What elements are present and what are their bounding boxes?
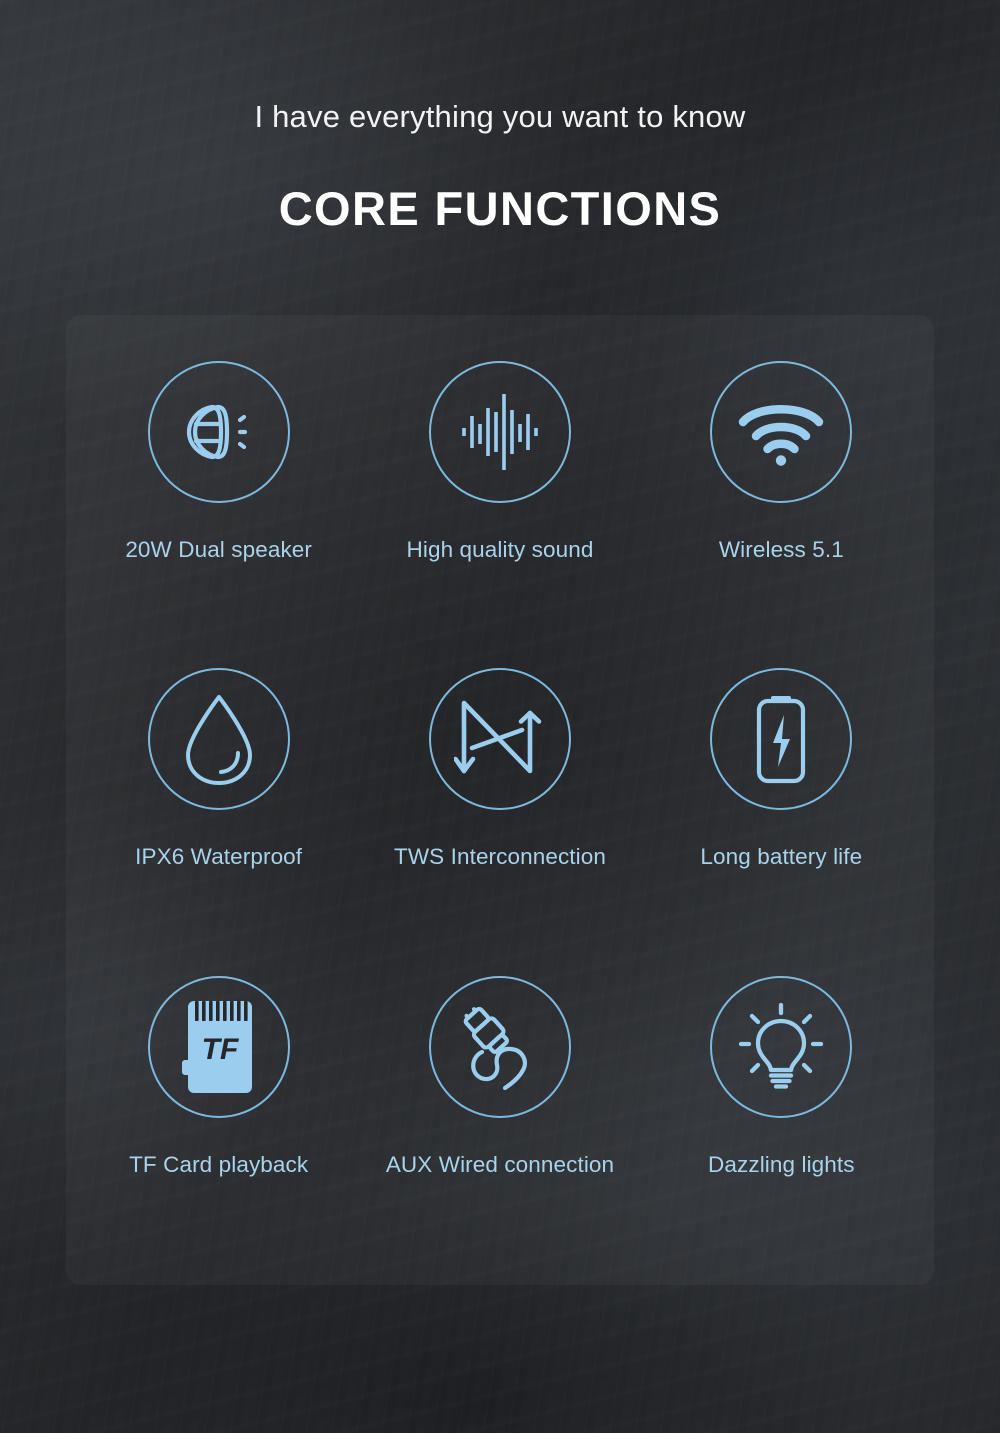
feature-item-waterproof: IPX6 Waterproof [78,650,359,957]
feature-item-dual-speaker: 20W Dual speaker [78,343,359,650]
feature-label: Dazzling lights [708,1151,855,1177]
features-panel: 20W Dual speaker High quality sound Wire… [66,315,934,1285]
feature-item-wireless: Wireless 5.1 [641,343,922,650]
feature-label: TWS Interconnection [393,844,606,870]
page-subtitle: I have everything you want to know [254,99,746,134]
wifi-icon [710,361,853,503]
core-functions-page: I have everything you want to know CORE … [0,0,1000,1433]
audio-waveform-icon [428,361,571,503]
audio-jack-cable-icon [428,975,571,1118]
feature-item-battery: Long battery life [641,650,922,957]
feature-label: Wireless 5.1 [718,537,844,562]
tf-card-icon: TF [147,975,290,1118]
sync-interconnect-icon [428,668,571,811]
page-title: CORE FUNCTIONS [278,182,722,235]
feature-label: High quality sound [406,537,594,562]
feature-item-high-quality-sound: High quality sound [359,343,640,650]
tf-card-label: TF [201,1033,238,1066]
feature-label: IPX6 Waterproof [135,844,303,870]
feature-item-tf-card: TF TF Card playback [78,958,359,1265]
feature-item-dazzling-lights: Dazzling lights [641,958,922,1265]
feature-label: 20W Dual speaker [125,537,312,562]
lightbulb-icon [710,975,853,1118]
feature-item-aux-wired: AUX Wired connection [359,958,640,1265]
battery-charging-icon [710,668,853,811]
feature-label: TF Card playback [129,1151,309,1177]
dual-speaker-icon [147,361,290,503]
feature-item-tws-interconnection: TWS Interconnection [359,650,640,957]
feature-label: Long battery life [700,844,863,870]
feature-label: AUX Wired connection [385,1151,615,1177]
water-drop-icon [147,668,290,811]
